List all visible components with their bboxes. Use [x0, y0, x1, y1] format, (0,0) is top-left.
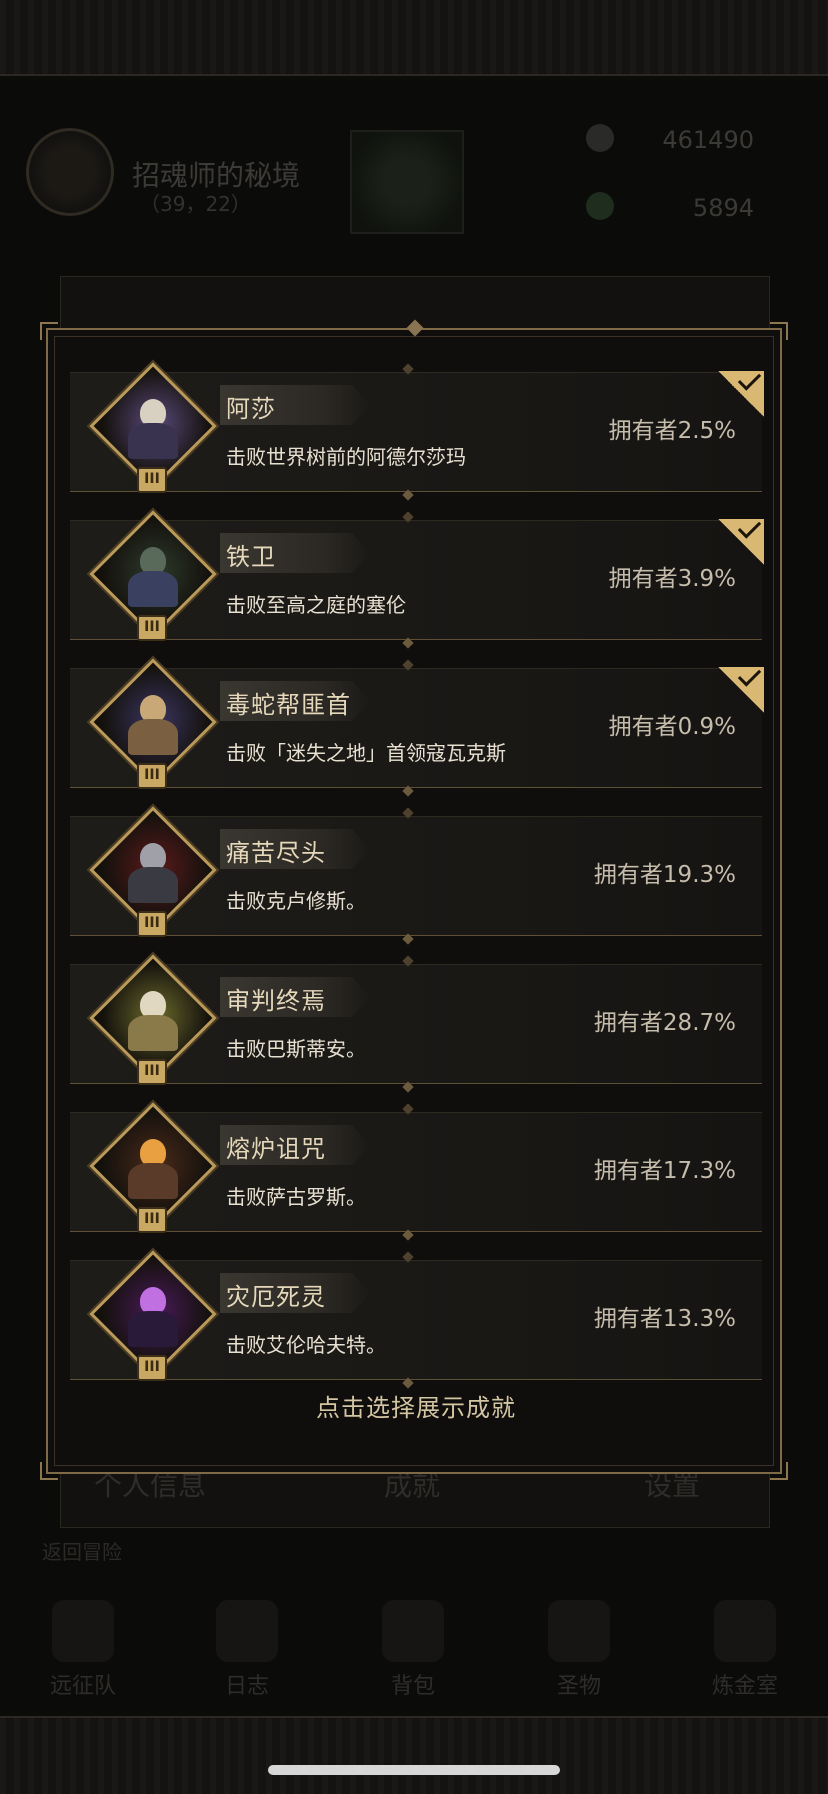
achievement-row[interactable]: III 铁卫 击败至高之庭的塞伦 拥有者3.9%: [70, 510, 764, 641]
bag-icon: [382, 1600, 444, 1662]
bottom-nav: 远征队 日志 背包 圣物 炼金室: [0, 1600, 828, 1710]
achievement-row[interactable]: III 毒蛇帮匪首 击败「迷失之地」首领寇瓦克斯 拥有者0.9%: [70, 658, 764, 789]
hero-portrait: [350, 130, 464, 234]
achievement-title: 阿莎: [226, 395, 276, 423]
nav-alchemy[interactable]: 炼金室: [690, 1600, 800, 1700]
relic-icon: [548, 1600, 610, 1662]
achievement-row[interactable]: III 熔炉诅咒 击败萨古罗斯。 拥有者17.3%: [70, 1102, 762, 1233]
rank-badge: III: [137, 615, 167, 641]
achievement-description: 击败「迷失之地」首领寇瓦克斯: [226, 741, 506, 765]
achievement-title: 灾厄死灵: [226, 1283, 326, 1311]
location-coordinates: （39，22）: [140, 192, 251, 216]
rank-badge: III: [137, 467, 167, 493]
achievement-description: 击败世界树前的阿德尔莎玛: [226, 445, 466, 469]
nav-label: 炼金室: [711, 1674, 778, 1699]
nav-label: 背包: [390, 1674, 435, 1699]
top-decorative-band: [0, 0, 828, 76]
achievement-row[interactable]: III 审判终焉 击败巴斯蒂安。 拥有者28.7%: [70, 954, 762, 1085]
energy-icon: [586, 192, 614, 220]
achievement-row[interactable]: III 阿莎 击败世界树前的阿德尔莎玛 拥有者2.5%: [70, 362, 764, 493]
achievement-description: 击败巴斯蒂安。: [226, 1037, 366, 1061]
bottom-decorative-band: [0, 1716, 828, 1794]
owner-percentage: 拥有者17.3%: [593, 1158, 736, 1184]
achievement-title: 铁卫: [226, 543, 276, 571]
corner-ornament-icon: [40, 1462, 58, 1480]
background-header: 招魂师的秘境 （39，22） 461490 5894: [0, 110, 828, 234]
achievement-description: 击败至高之庭的塞伦: [226, 593, 406, 617]
rank-badge: III: [137, 1207, 167, 1233]
rank-badge: III: [137, 763, 167, 789]
owner-percentage: 拥有者13.3%: [593, 1306, 736, 1332]
nav-journal[interactable]: 日志: [192, 1600, 302, 1700]
corner-ornament-icon: [770, 1462, 788, 1480]
owner-percentage: 拥有者0.9%: [608, 714, 736, 740]
location-emblem-icon: [26, 128, 114, 216]
achievement-row[interactable]: III 痛苦尽头 击败克卢修斯。 拥有者19.3%: [70, 806, 762, 937]
owned-check-icon: [718, 663, 764, 713]
scroll-icon: [216, 1600, 278, 1662]
home-indicator[interactable]: [268, 1765, 560, 1775]
achievement-title: 痛苦尽头: [226, 839, 326, 867]
owner-percentage: 拥有者28.7%: [593, 1010, 736, 1036]
achievement-title: 毒蛇帮匪首: [226, 691, 351, 719]
nav-relics[interactable]: 圣物: [524, 1600, 634, 1700]
owner-percentage: 拥有者2.5%: [608, 418, 736, 444]
achievement-title: 审判终焉: [226, 987, 326, 1015]
select-showcase-hint: 点击选择展示成就: [316, 1394, 516, 1422]
achievement-list: III 阿莎 击败世界树前的阿德尔莎玛 拥有者2.5% III 铁卫 击败至高之…: [70, 362, 764, 1408]
achievement-description: 击败萨古罗斯。: [226, 1185, 366, 1209]
achievement-row[interactable]: III 灾厄死灵 击败艾伦哈夫特。 拥有者13.3%: [70, 1250, 762, 1381]
energy-count: 5894: [692, 194, 754, 222]
owned-check-icon: [718, 515, 764, 565]
nav-label: 圣物: [556, 1674, 601, 1699]
owner-percentage: 拥有者19.3%: [593, 862, 736, 888]
gem-icon: [586, 124, 614, 152]
achievement-description: 击败克卢修斯。: [226, 889, 366, 913]
corner-ornament-icon: [40, 322, 58, 340]
rank-badge: III: [137, 1059, 167, 1085]
achievement-select-modal: III 阿莎 击败世界树前的阿德尔莎玛 拥有者2.5% III 铁卫 击败至高之…: [40, 319, 788, 1480]
achievement-description: 击败艾伦哈夫特。: [226, 1333, 386, 1357]
nav-label: 远征队: [49, 1674, 116, 1699]
rank-badge: III: [137, 911, 167, 937]
back-to-adventure-link[interactable]: 返回冒险: [42, 1536, 122, 1565]
alchemy-icon: [714, 1600, 776, 1662]
achievement-title: 熔炉诅咒: [226, 1135, 326, 1163]
horned-helmet-icon: [52, 1600, 114, 1662]
nav-label: 日志: [224, 1674, 269, 1699]
gem-count: 461490: [662, 126, 754, 154]
nav-bag[interactable]: 背包: [358, 1600, 468, 1700]
owned-check-icon: [718, 367, 764, 417]
owner-percentage: 拥有者3.9%: [608, 566, 736, 592]
rank-badge: III: [137, 1355, 167, 1381]
nav-expedition[interactable]: 远征队: [28, 1600, 138, 1700]
corner-ornament-icon: [770, 322, 788, 340]
